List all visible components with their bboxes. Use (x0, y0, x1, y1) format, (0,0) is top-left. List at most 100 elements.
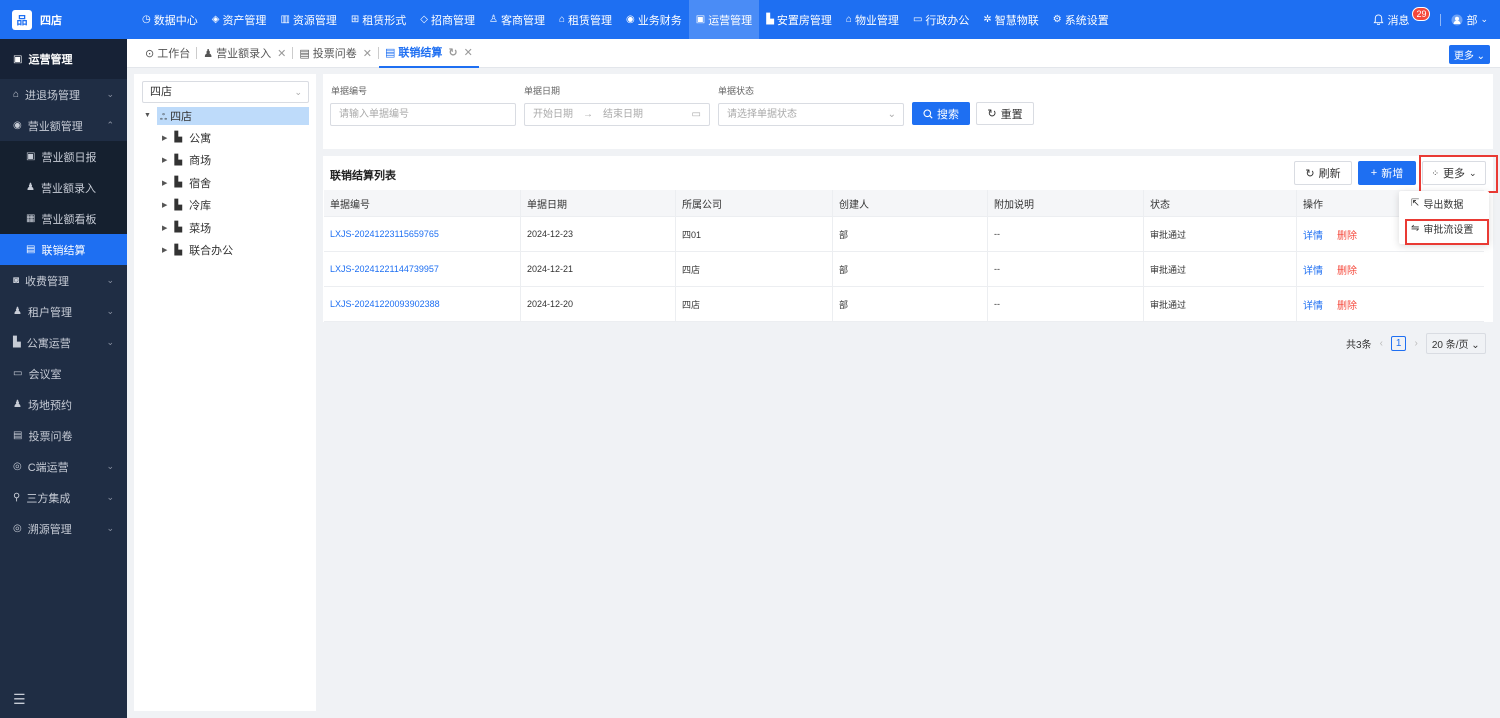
detail-link[interactable]: 详情 (1303, 297, 1323, 312)
user-menu[interactable]: 部 ⌄ (1451, 12, 1488, 28)
sidebar-item-11[interactable]: ▤ 投票问卷 (0, 420, 127, 451)
tab-3[interactable]: ▤ 联销结算 ↻ ✕ (378, 39, 479, 68)
cell-no[interactable]: LXJS-20241221144739957 (324, 252, 521, 286)
sidebar-item-7[interactable]: ♟ 租户管理 ⌄ (0, 296, 127, 327)
nav-item-4[interactable]: ◇ 招商管理 (413, 0, 482, 39)
list-panel: 联销结算列表 ↻ 刷新 + 新增 ⁘ 更多 ⌄ 单据编号 单据日期 所属公司 创建人附… (323, 156, 1493, 322)
monitor-icon: ▭ (912, 14, 923, 25)
cell-no[interactable]: LXJS-20241220093902388 (324, 287, 521, 321)
clock-icon: ◷ (142, 14, 151, 25)
logo[interactable]: 品 四店 (0, 0, 127, 39)
cell-no[interactable]: LXJS-20241223115659765 (324, 217, 521, 251)
close-icon[interactable]: ✕ (464, 46, 473, 59)
caret-right-icon[interactable]: ▶ (162, 179, 167, 187)
caret-right-icon[interactable]: ▶ (162, 134, 167, 142)
tree-root-node[interactable]: ▼ ஃ 四店 (144, 106, 309, 125)
arrow-right-icon: → (583, 109, 593, 120)
chevron-down-icon: ⌄ (887, 109, 896, 120)
close-icon[interactable]: ✕ (363, 47, 372, 60)
store-select[interactable]: 四店 ⌄ (142, 81, 309, 103)
sidebar-item-4[interactable]: ▦ 营业额看板 (0, 203, 127, 234)
export-icon: ⇱ (1411, 198, 1420, 209)
caret-right-icon[interactable]: ▶ (162, 224, 167, 232)
building-icon: ▙ (174, 244, 183, 256)
sidebar-item-label: 租户管理 (27, 306, 72, 319)
sidebar-item-3[interactable]: ♟ 营业额录入 (0, 172, 127, 203)
calendar-icon: ▣ (695, 14, 706, 25)
sidebar-item-8[interactable]: ▙ 公寓运营 ⌄ (0, 327, 127, 358)
tabs-more-button[interactable]: 更多 ⌄ (1448, 45, 1490, 64)
doc-no-input[interactable]: 请输入单据编号 (330, 103, 516, 126)
tab-0[interactable]: ⊙ 工作台 (139, 39, 196, 68)
delete-link[interactable]: 删除 (1337, 262, 1357, 277)
nav-item-2[interactable]: ▥ 资源管理 (273, 0, 343, 39)
sidebar-item-9[interactable]: ▭ 会议室 (0, 358, 127, 389)
doc-icon: ▤ (26, 244, 36, 255)
export-data-item[interactable]: ⇱ 导出数据 (1399, 191, 1489, 216)
total-count: 共3条 (1346, 340, 1372, 351)
table-row: LXJS-20241221144739957 2024-12-21 四店部 -- 审批通… (324, 252, 1484, 287)
caret-right-icon[interactable]: ▶ (162, 201, 167, 209)
sidebar-item-2[interactable]: ▣ 营业额日报 (0, 141, 127, 172)
tree-node-5[interactable]: ▶ ▙ 联合办公 (162, 242, 233, 259)
delete-link[interactable]: 删除 (1337, 227, 1357, 242)
prev-page-icon[interactable]: ‹ (1380, 338, 1383, 349)
tab-2[interactable]: ▤ 投票问卷 ✕ (293, 39, 378, 68)
nav-item-10[interactable]: ⌂ 物业管理 (839, 0, 906, 39)
page-size-select[interactable]: 20 条/页 ⌄ (1425, 333, 1486, 354)
chevron-icon: ⌄ (106, 89, 114, 99)
caret-down-icon[interactable]: ▼ (144, 112, 151, 119)
tab-1[interactable]: ♟ 营业额录入 ✕ (197, 39, 292, 68)
top-nav-bar: 品 四店 ◷ 数据中心 ◈ 资产管理 ▥ 资源管理 ⊞ 租赁形式 ◇ 招商管理 ♙ 客商管理 ⌂ 租赁管理… (0, 0, 1500, 39)
tree-node-0[interactable]: ▶ ▙ 公寓 (162, 129, 211, 146)
add-button[interactable]: + 新增 (1358, 161, 1416, 185)
tree-node-4[interactable]: ▶ ▙ 菜场 (162, 219, 211, 236)
sidebar-item-13[interactable]: ⚲ 三方集成 ⌄ (0, 482, 127, 513)
sidebar-item-10[interactable]: ♟ 场地预约 (0, 389, 127, 420)
nav-item-13[interactable]: ⚙ 系统设置 (1046, 0, 1116, 39)
delete-link[interactable]: 删除 (1337, 297, 1357, 312)
nav-item-6[interactable]: ⌂ 租赁管理 (552, 0, 619, 39)
nav-item-8[interactable]: ▣ 运营管理 (688, 0, 760, 39)
nav-item-3[interactable]: ⊞ 租赁形式 (344, 0, 413, 39)
nav-item-5[interactable]: ♙ 客商管理 (482, 0, 552, 39)
search-button[interactable]: 搜索 (912, 102, 970, 125)
column-header-1: 单据日期 (521, 190, 676, 216)
building-icon: ▙ (174, 154, 183, 166)
page-number[interactable]: 1 (1390, 336, 1407, 351)
sidebar-item-6[interactable]: ◙ 收费管理 ⌄ (0, 265, 127, 296)
caret-right-icon[interactable]: ▶ (162, 246, 167, 254)
sidebar-item-14[interactable]: ◎ 溯源管理 ⌄ (0, 513, 127, 544)
store-select-value: 四店 (150, 86, 172, 98)
tree-node-1[interactable]: ▶ ▙ 商场 (162, 152, 211, 169)
tree-node-3[interactable]: ▶ ▙ 冷库 (162, 197, 211, 214)
tree-node-2[interactable]: ▶ ▙ 宿舍 (162, 174, 211, 191)
reset-button[interactable]: ↻ 重置 (976, 102, 1034, 125)
sidebar-item-0[interactable]: ⌂ 进退场管理 ⌄ (0, 79, 127, 110)
collapse-sidebar-icon[interactable]: ☰ (13, 691, 26, 708)
close-icon[interactable]: ✕ (277, 47, 286, 60)
next-page-icon[interactable]: › (1414, 338, 1417, 349)
nav-item-11[interactable]: ▭ 行政办公 (906, 0, 976, 39)
person-icon: ♟ (26, 182, 35, 193)
column-header-0: 单据编号 (324, 190, 521, 216)
sidebar-item-1[interactable]: ◉ 营业额管理 ⌃ (0, 110, 127, 141)
detail-link[interactable]: 详情 (1303, 262, 1323, 277)
pagination: 共3条 ‹ 1 › 20 条/页 ⌄ (1346, 333, 1486, 354)
nav-item-1[interactable]: ◈ 资产管理 (205, 0, 274, 39)
tab-label: 投票问卷 (312, 48, 357, 60)
sidebar-item-5[interactable]: ▤ 联销结算 (0, 234, 127, 265)
messages-button[interactable]: 消息 29 (1373, 6, 1431, 28)
sidebar-item-12[interactable]: ◎ C端运营 ⌄ (0, 451, 127, 482)
caret-right-icon[interactable]: ▶ (162, 156, 167, 164)
date-range-input[interactable]: 开始日期 → 结束日期 ▭ (524, 103, 710, 126)
refresh-icon[interactable]: ↻ (448, 46, 457, 59)
sidebar-item-label: 公寓运营 (26, 337, 71, 350)
nav-item-12[interactable]: ✲ 智慧物联 (976, 0, 1045, 39)
status-select[interactable]: 请选择单据状态 ⌄ (718, 103, 904, 126)
nav-item-0[interactable]: ◷ 数据中心 (135, 0, 205, 39)
detail-link[interactable]: 详情 (1303, 227, 1323, 242)
refresh-button[interactable]: ↻ 刷新 (1294, 161, 1352, 185)
nav-item-7[interactable]: ◉ 业务财务 (619, 0, 689, 39)
nav-item-9[interactable]: ▙ 安置房管理 (759, 0, 839, 39)
